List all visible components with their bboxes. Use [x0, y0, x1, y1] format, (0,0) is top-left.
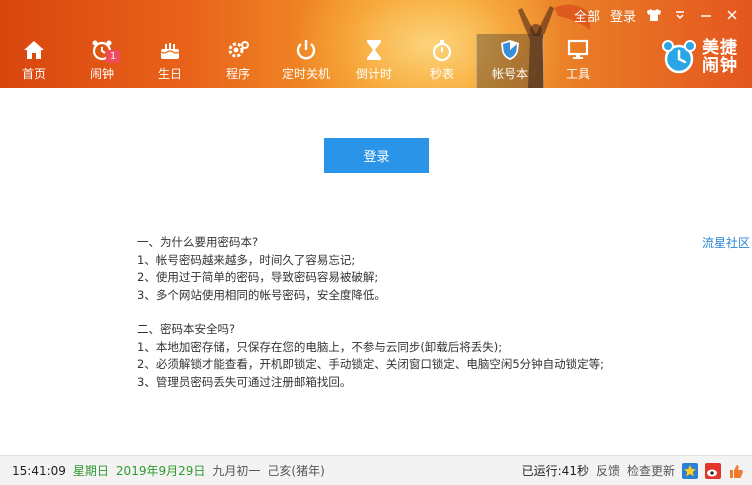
- brand-name: 美捷 闹钟: [702, 39, 738, 75]
- nav-label: 生日: [157, 67, 182, 81]
- login-link[interactable]: 登录: [610, 6, 636, 25]
- brand-logo: 美捷 闹钟: [660, 38, 738, 76]
- section-line: 3、多个网站使用相同的帐号密码，安全度降低。: [137, 287, 386, 302]
- brand-line-2: 闹钟: [702, 56, 738, 76]
- home-icon: [24, 41, 44, 59]
- nav-item-countdown[interactable]: 倒计时: [340, 34, 408, 88]
- weibo-icon[interactable]: [705, 462, 721, 479]
- info-section-security: 二、密码本安全吗? 1、本地加密存储，只保存在您的电脑上，不参与云同步(卸载后将…: [137, 321, 617, 391]
- section-heading: 二、密码本安全吗?: [137, 322, 236, 336]
- nav-label: 倒计时: [355, 67, 392, 81]
- thumbs-up-icon[interactable]: [728, 463, 744, 479]
- status-right: 已运行:41秒 反馈 检查更新: [522, 462, 752, 479]
- main-nav: 首页 1 闹钟 生日 程序 定时关机 倒计时 秒表 帐号本 工具: [0, 34, 612, 88]
- hourglass-icon: [367, 40, 381, 60]
- top-bar: 全部 登录: [574, 0, 752, 30]
- check-update-link[interactable]: 检查更新: [627, 462, 675, 479]
- solar-date: 2019年9月29日: [115, 464, 206, 478]
- nav-label: 定时关机: [281, 67, 330, 81]
- lunar-date: 九月初一: [212, 464, 261, 478]
- brand-line-1: 美捷: [702, 38, 738, 58]
- header-banner: 全部 登录 首页 1 闹钟 生日 程序 定时关机 倒计时 秒表 帐号本 工具 美…: [0, 0, 752, 88]
- stopwatch-icon: [432, 40, 452, 62]
- gear-icon: [228, 41, 249, 58]
- nav-item-stopwatch[interactable]: 秒表: [408, 34, 476, 88]
- feedback-link[interactable]: 反馈: [596, 462, 620, 479]
- close-icon[interactable]: [724, 7, 740, 23]
- section-line: 3、管理员密码丢失可通过注册邮箱找回。: [137, 374, 352, 389]
- cake-icon: [160, 43, 180, 59]
- clock-time: 15:41:09: [12, 463, 66, 478]
- nav-item-shutdown-timer[interactable]: 定时关机: [272, 34, 340, 88]
- status-left: 15:41:09 星期日 2019年9月29日 九月初一 己亥(猪年): [0, 462, 325, 479]
- power-icon: [296, 40, 316, 60]
- app-window: 全部 登录 首页 1 闹钟 生日 程序 定时关机 倒计时 秒表 帐号本 工具 美…: [0, 0, 752, 485]
- section-heading: 一、为什么要用密码本?: [137, 235, 259, 249]
- section-line: 1、本地加密存储，只保存在您的电脑上，不参与云同步(卸载后将丢失);: [137, 339, 503, 354]
- nav-item-tools[interactable]: 工具: [544, 34, 612, 88]
- nav-item-birthday[interactable]: 生日: [136, 34, 204, 88]
- status-bar: 15:41:09 星期日 2019年9月29日 九月初一 己亥(猪年) 已运行:…: [0, 455, 752, 485]
- shield-icon: [501, 40, 519, 60]
- nav-label: 首页: [21, 67, 46, 81]
- section-line: 2、必须解锁才能查看，开机即锁定、手动锁定、关闭窗口锁定、电脑空闲5分钟自动锁定…: [137, 357, 605, 371]
- all-link[interactable]: 全部: [574, 6, 600, 25]
- info-text: 一、为什么要用密码本? 1、帐号密码越来越多，时间久了容易忘记; 2、使用过于简…: [137, 234, 617, 391]
- community-link[interactable]: 流星社区: [702, 234, 750, 251]
- info-section-why: 一、为什么要用密码本? 1、帐号密码越来越多，时间久了容易忘记; 2、使用过于简…: [137, 234, 617, 304]
- nav-label: 程序: [225, 67, 250, 81]
- weekday: 星期日: [72, 464, 109, 478]
- nav-item-account-book[interactable]: 帐号本: [476, 34, 544, 88]
- nav-label: 工具: [565, 67, 590, 81]
- uptime: 已运行:41秒: [521, 464, 589, 478]
- monitor-icon: [567, 39, 589, 59]
- alarm-clock-logo-icon: [662, 40, 696, 74]
- dropdown-icon[interactable]: [672, 7, 688, 23]
- account-book-panel: 登录 一、为什么要用密码本? 1、帐号密码越来越多，时间久了容易忘记; 2、使用…: [0, 88, 752, 455]
- nav-label: 秒表: [429, 67, 454, 81]
- login-button[interactable]: 登录: [324, 138, 429, 173]
- lunar-year: 己亥(猪年): [267, 464, 325, 478]
- nav-item-alarm[interactable]: 1 闹钟: [68, 34, 136, 88]
- nav-item-program[interactable]: 程序: [204, 34, 272, 88]
- nav-label: 闹钟: [89, 67, 114, 81]
- nav-label: 帐号本: [491, 67, 528, 81]
- shirt-icon[interactable]: [646, 7, 662, 23]
- section-line: 2、使用过于简单的密码，导致密码容易被破解;: [137, 270, 379, 284]
- qzone-star-icon[interactable]: [682, 462, 698, 479]
- section-line: 1、帐号密码越来越多，时间久了容易忘记;: [137, 252, 356, 267]
- alarm-count-badge: 1: [106, 50, 120, 63]
- nav-item-home[interactable]: 首页: [0, 34, 68, 88]
- minimize-icon[interactable]: [698, 7, 714, 23]
